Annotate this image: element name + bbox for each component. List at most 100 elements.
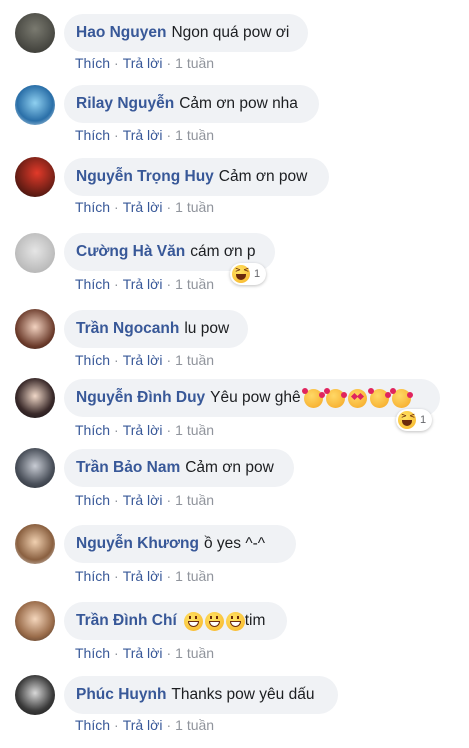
reply-link[interactable]: Trả lời	[123, 422, 163, 438]
comment-actions: Thích · Trả lời · 1 tuần	[75, 276, 214, 292]
reply-link[interactable]: Trả lời	[123, 568, 163, 584]
haha-reaction-icon	[232, 265, 250, 283]
comment-text: Cảm ơn pow	[185, 459, 274, 476]
comment-actions: Thích · Trả lời · 1 tuần	[75, 199, 214, 215]
timestamp[interactable]: 1 tuần	[175, 55, 214, 71]
like-link[interactable]: Thích	[75, 492, 110, 508]
comment-text: Cảm ơn pow nha	[179, 95, 298, 112]
timestamp[interactable]: 1 tuần	[175, 199, 214, 215]
reply-link[interactable]: Trả lời	[123, 127, 163, 143]
avatar[interactable]	[15, 233, 55, 273]
comment-author[interactable]: Hao Nguyen	[76, 24, 166, 42]
reply-link[interactable]: Trả lời	[123, 645, 163, 661]
smiling-face-with-hearts-icon	[389, 387, 413, 408]
comment-actions: Thích · Trả lời · 1 tuần	[75, 352, 214, 368]
comment-bubble: Hao Nguyen Ngon quá pow ơi	[64, 14, 308, 52]
timestamp[interactable]: 1 tuần	[175, 568, 214, 584]
comment-author[interactable]: Trần Đình Chí	[76, 612, 177, 630]
smiling-face-with-hearts-icon	[301, 387, 325, 408]
separator: ·	[166, 55, 172, 71]
reply-link[interactable]: Trả lời	[123, 276, 163, 292]
grinning-face-icon	[225, 611, 245, 631]
avatar[interactable]	[15, 448, 55, 488]
separator: ·	[166, 568, 172, 584]
reply-link[interactable]: Trả lời	[123, 55, 163, 71]
separator: ·	[114, 352, 119, 368]
timestamp[interactable]: 1 tuần	[175, 276, 214, 292]
comment-text: ồ yes ^-^	[204, 535, 266, 552]
comment-author[interactable]: Phúc Huynh	[76, 686, 166, 704]
separator: ·	[114, 199, 119, 215]
separator: ·	[166, 276, 172, 292]
comment-bubble: Nguyễn Khương ồ yes ^-^	[64, 525, 296, 563]
separator: ·	[114, 717, 119, 733]
like-link[interactable]: Thích	[75, 55, 110, 71]
separator: ·	[114, 276, 119, 292]
comment-author[interactable]: Rilay Nguyễn	[76, 95, 174, 113]
smiling-face-with-hearts-icon	[367, 387, 391, 408]
comment-author[interactable]: Cường Hà Văn	[76, 243, 185, 261]
reply-link[interactable]: Trả lời	[123, 717, 163, 733]
comment-text: cám ơn p	[190, 243, 256, 260]
comment-author[interactable]: Nguyễn Đình Duy	[76, 389, 205, 407]
haha-reaction-icon	[398, 411, 416, 429]
comment-bubble: Phúc Huynh Thanks pow yêu dấu	[64, 676, 338, 714]
separator: ·	[114, 568, 119, 584]
reaction-count: 1	[254, 268, 261, 280]
avatar[interactable]	[15, 85, 55, 125]
like-link[interactable]: Thích	[75, 568, 110, 584]
like-link[interactable]: Thích	[75, 422, 110, 438]
separator: ·	[166, 127, 172, 143]
comment-author[interactable]: Trần Ngocanh	[76, 320, 179, 338]
timestamp[interactable]: 1 tuần	[175, 645, 214, 661]
avatar[interactable]	[15, 675, 55, 715]
like-link[interactable]: Thích	[75, 645, 110, 661]
avatar[interactable]	[15, 309, 55, 349]
separator: ·	[166, 717, 172, 733]
avatar[interactable]	[15, 378, 55, 418]
separator: ·	[114, 645, 119, 661]
comment-actions: Thích · Trả lời · 1 tuần	[75, 127, 214, 143]
comment-bubble: Trần Đình Chí tim	[64, 602, 287, 640]
timestamp[interactable]: 1 tuần	[175, 717, 214, 733]
comment-actions: Thích · Trả lời · 1 tuần	[75, 568, 214, 584]
smiling-face-with-hearts-icon	[323, 387, 347, 408]
comment-author[interactable]: Nguyễn Khương	[76, 535, 199, 553]
reply-link[interactable]: Trả lời	[123, 352, 163, 368]
reply-link[interactable]: Trả lời	[123, 492, 163, 508]
comment-text: tim	[244, 612, 266, 629]
comment-bubble: Trần Ngocanh lu pow	[64, 310, 248, 348]
comment-bubble: Nguyễn Trọng Huy Cảm ơn pow	[64, 158, 329, 196]
avatar[interactable]	[15, 157, 55, 197]
reaction-badge[interactable]: 1	[230, 263, 267, 285]
grinning-face-icon	[183, 611, 203, 631]
timestamp[interactable]: 1 tuần	[175, 127, 214, 143]
comment-bubble: Rilay Nguyễn Cảm ơn pow nha	[64, 85, 319, 123]
comment-text: Ngon quá pow ơi	[171, 24, 290, 41]
comment-text: Cảm ơn pow	[218, 168, 308, 185]
reaction-badge[interactable]: 1	[396, 409, 433, 431]
avatar[interactable]	[15, 13, 55, 53]
like-link[interactable]: Thích	[75, 276, 110, 292]
comment-text: lu pow	[184, 320, 230, 337]
comment-author[interactable]: Nguyễn Trọng Huy	[76, 168, 214, 186]
comment-text: Yêu pow ghê	[210, 389, 301, 406]
comment-actions: Thích · Trả lời · 1 tuần	[75, 55, 214, 71]
comment-author[interactable]: Trần Bảo Nam	[76, 459, 180, 477]
comment-bubble: Nguyễn Đình Duy Yêu pow ghê	[64, 379, 440, 417]
avatar[interactable]	[15, 524, 55, 564]
timestamp[interactable]: 1 tuần	[175, 352, 214, 368]
timestamp[interactable]: 1 tuần	[175, 422, 214, 438]
timestamp[interactable]: 1 tuần	[175, 492, 214, 508]
like-link[interactable]: Thích	[75, 717, 110, 733]
separator: ·	[114, 55, 119, 71]
like-link[interactable]: Thích	[75, 352, 110, 368]
comment-bubble: Trần Bảo Nam Cảm ơn pow	[64, 449, 294, 487]
avatar[interactable]	[15, 601, 55, 641]
like-link[interactable]: Thích	[75, 199, 110, 215]
grinning-face-icon	[204, 611, 224, 631]
like-link[interactable]: Thích	[75, 127, 110, 143]
comment-text: Thanks pow yêu dấu	[171, 686, 315, 703]
separator: ·	[166, 492, 172, 508]
reply-link[interactable]: Trả lời	[123, 199, 163, 215]
